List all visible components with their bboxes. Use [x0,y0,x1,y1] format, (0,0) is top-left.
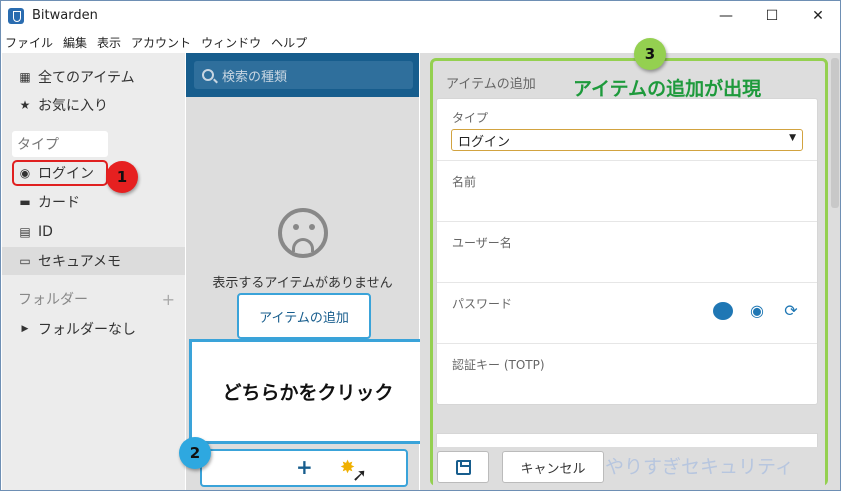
title-bar: Bitwarden — ☐ ✕ [1,1,840,31]
next-form-card [436,433,818,447]
floppy-disk-icon [455,459,471,475]
watermark-text: やりすぎセキュリティ [605,456,794,478]
sidebar-item-label: セキュアメモ [38,254,122,270]
search-input[interactable]: 検索の種類 [194,61,413,89]
type-label: タイプ [452,111,489,125]
totp-field[interactable]: 認証キー (TOTP) [437,344,817,405]
sidebar-item-label: カード [38,195,80,211]
dropdown-arrow-icon: ▼ [789,133,796,143]
maximize-button[interactable]: ☐ [749,1,795,31]
sad-face-eye [293,224,299,230]
password-actions: ✔ ◉ ⟳ [713,301,801,320]
callout-text: どちらかをクリック [222,382,394,404]
window-title: Bitwarden [32,8,98,23]
sidebar-item-favorites[interactable]: ★ お気に入り [2,91,185,119]
sidebar-folder-header: フォルダー + [2,285,185,313]
folder-header-label: フォルダー [18,292,88,308]
menu-window[interactable]: ウィンドウ [201,34,261,51]
sidebar-item-label: 全てのアイテム [38,70,135,86]
search-placeholder: 検索の種類 [222,69,288,85]
password-label: パスワード [452,297,513,311]
sidebar-item-label: フォルダーなし [38,322,136,338]
scrollbar[interactable] [831,58,839,208]
sidebar-item-card[interactable]: ▬ カード [2,188,185,216]
sad-face-icon [278,208,328,258]
minimize-button[interactable]: — [703,1,749,31]
annotation-title: アイテムの追加が出現 [573,78,762,100]
sidebar-item-label: ID [38,224,53,240]
username-field[interactable]: ユーザー名 [437,222,817,283]
totp-label: 認証キー (TOTP) [452,358,545,372]
name-field[interactable]: 名前 [437,161,817,222]
detail-heading: アイテムの追加 [446,77,536,92]
sidebar-item-label: ログイン [38,166,94,182]
caret-right-icon: ▶ [21,324,29,334]
empty-list-message: 表示するアイテムがありません [212,276,393,291]
type-select-value: ログイン [458,134,511,150]
sidebar-item-secure-note[interactable]: ▭ セキュアメモ [2,247,185,275]
sidebar-item-label: お気に入り [38,98,108,114]
plus-icon: + [296,455,313,479]
sticky-note-icon: ▭ [19,254,31,268]
cancel-button[interactable]: キャンセル [502,451,604,483]
type-field: タイプ ログイン ▼ [437,99,817,161]
add-item-form: タイプ ログイン ▼ 名前 ユーザー名 パスワード ✔ ◉ ⟳ 認証キー (TO… [436,98,818,405]
menu-help[interactable]: ヘルプ [271,34,307,51]
sidebar-item-identity[interactable]: ▤ ID [2,218,185,246]
bitwarden-logo-icon [8,8,24,24]
star-icon: ★ [19,98,31,112]
generate-password-refresh-icon[interactable]: ⟳ [781,301,801,320]
instruction-callout: どちらかをクリック [189,339,427,444]
app-window: Bitwarden — ☐ ✕ ファイル 編集 表示 アカウント ウィンドウ ヘ… [0,0,841,491]
search-icon [202,69,214,81]
sad-face-eye [309,224,315,230]
save-button[interactable] [437,451,489,483]
globe-icon: ◉ [19,166,31,180]
mouse-cursor-icon: ➚ [352,465,368,486]
add-item-plus-button[interactable]: + ✸ ➚ [200,449,408,487]
check-password-icon[interactable]: ✔ [713,301,733,320]
menu-bar: ファイル 編集 表示 アカウント ウィンドウ ヘルプ [1,32,840,52]
toggle-visibility-eye-icon[interactable]: ◉ [747,301,767,320]
menu-view[interactable]: 表示 [97,34,121,51]
id-card-icon: ▤ [19,225,31,239]
password-field[interactable]: パスワード ✔ ◉ ⟳ [437,283,817,344]
credit-card-icon: ▬ [19,195,31,209]
name-label: 名前 [452,175,477,189]
type-header-label: タイプ [17,137,59,153]
close-button[interactable]: ✕ [795,1,841,31]
step-badge-3: 3 [634,38,666,70]
search-bar: 検索の種類 [186,53,419,97]
sidebar: ▦ 全てのアイテム ★ お気に入り タイプ ◉ ログイン ▬ カード ▤ ID … [2,53,185,490]
sad-face-mouth [292,238,314,252]
add-item-button[interactable]: アイテムの追加 [237,293,371,339]
sidebar-item-all-items[interactable]: ▦ 全てのアイテム [2,63,185,91]
grid-icon: ▦ [19,70,31,84]
step-badge-1: 1 [106,161,138,193]
sidebar-item-no-folder[interactable]: ▶ フォルダーなし [2,315,185,343]
menu-edit[interactable]: 編集 [63,34,87,51]
username-label: ユーザー名 [452,236,512,250]
sidebar-item-login[interactable]: ◉ ログイン [2,159,185,187]
sidebar-type-header: タイプ [12,131,108,157]
step-badge-2: 2 [179,437,211,469]
menu-account[interactable]: アカウント [131,34,191,51]
type-select[interactable]: ログイン ▼ [451,129,803,151]
add-folder-button[interactable]: + [162,290,175,309]
menu-file[interactable]: ファイル [5,34,53,51]
